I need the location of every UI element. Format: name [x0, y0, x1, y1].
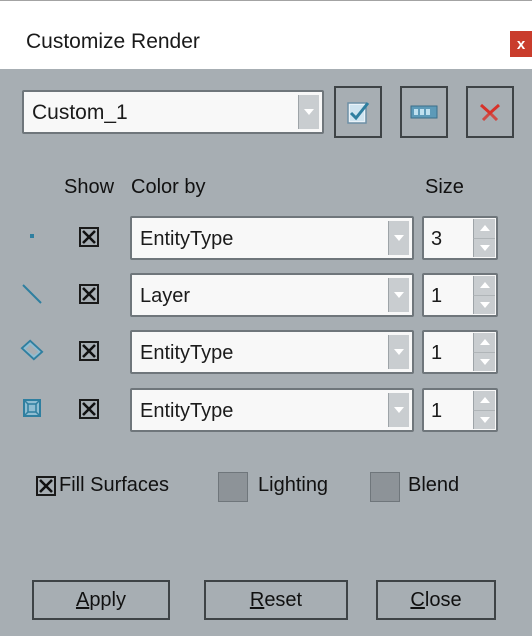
size-decrement-button[interactable] — [473, 294, 495, 314]
close-icon: x — [516, 35, 526, 53]
color-by-select-surfaces[interactable]: EntityType — [130, 330, 414, 374]
checkbox-x-icon — [82, 230, 96, 244]
chevron-up-icon — [479, 397, 490, 404]
delete-preset-button[interactable] — [466, 86, 514, 138]
blend-checkbox[interactable] — [370, 472, 400, 502]
save-preset-button[interactable] — [334, 86, 382, 138]
preset-dropdown-button[interactable] — [298, 95, 319, 129]
size-spinner-surfaces[interactable]: 1 — [422, 330, 498, 374]
check-document-icon — [347, 102, 370, 124]
chevron-up-icon — [479, 339, 490, 346]
close-mnemonic: C — [410, 588, 425, 611]
size-decrement-button[interactable] — [473, 409, 495, 429]
color-by-dropdown-button[interactable] — [388, 335, 409, 369]
color-by-select-points[interactable]: EntityType — [130, 216, 414, 260]
size-value: 1 — [431, 285, 443, 307]
size-increment-button[interactable] — [473, 333, 495, 352]
show-checkbox-points[interactable] — [79, 227, 99, 247]
size-increment-button[interactable] — [473, 391, 495, 410]
show-checkbox-surfaces[interactable] — [79, 341, 99, 361]
color-by-dropdown-button[interactable] — [388, 221, 409, 255]
apply-label-rest: pply — [89, 588, 127, 611]
reset-mnemonic: R — [249, 588, 265, 611]
chevron-down-icon — [394, 349, 404, 355]
checkbox-x-icon — [82, 402, 96, 416]
show-checkbox-lines[interactable] — [79, 284, 99, 304]
size-header: Size — [425, 176, 464, 198]
chevron-up-icon — [479, 225, 490, 232]
reset-button[interactable]: Reset — [204, 580, 348, 620]
chevron-down-icon — [394, 292, 404, 298]
size-decrement-button[interactable] — [473, 351, 495, 371]
size-spinner-solids[interactable]: 1 — [422, 388, 498, 432]
chevron-down-icon — [479, 358, 490, 365]
apply-mnemonic: A — [75, 588, 90, 611]
customize-render-dialog: Customize Render x Custom_1 Show Color b… — [0, 0, 532, 636]
chevron-down-icon — [394, 407, 404, 413]
show-header: Show — [64, 176, 115, 198]
color-by-dropdown-button[interactable] — [388, 393, 409, 427]
close-button[interactable]: Close — [376, 580, 496, 620]
surface-icon — [20, 338, 44, 362]
reset-label-rest: eset — [264, 588, 303, 611]
size-value: 1 — [431, 342, 443, 364]
show-checkbox-solids[interactable] — [79, 399, 99, 419]
size-spinner-lines[interactable]: 1 — [422, 273, 498, 317]
size-increment-button[interactable] — [473, 276, 495, 295]
color-by-dropdown-button[interactable] — [388, 278, 409, 312]
checkbox-x-icon — [82, 287, 96, 301]
rename-preset-button[interactable] — [400, 86, 448, 138]
chevron-down-icon — [304, 109, 314, 115]
fill-surfaces-checkbox[interactable] — [36, 476, 56, 496]
solid-icon — [20, 396, 44, 420]
color-by-value: EntityType — [140, 342, 234, 364]
size-value: 1 — [431, 400, 443, 422]
preset-select[interactable]: Custom_1 — [22, 90, 324, 134]
color-by-select-solids[interactable]: EntityType — [130, 388, 414, 432]
close-dialog-button[interactable]: x — [510, 31, 532, 57]
color-by-select-lines[interactable]: Layer — [130, 273, 414, 317]
chevron-down-icon — [479, 244, 490, 251]
chevron-down-icon — [394, 235, 404, 241]
dialog-title: Customize Render — [26, 30, 200, 53]
size-value: 3 — [431, 228, 443, 250]
checkbox-x-icon — [82, 344, 96, 358]
size-decrement-button[interactable] — [473, 237, 495, 257]
close-label-rest: lose — [424, 588, 462, 611]
delete-x-icon — [480, 103, 500, 121]
chevron-down-icon — [479, 301, 490, 308]
rename-icon — [410, 105, 438, 119]
color-by-value: EntityType — [140, 228, 234, 250]
apply-button[interactable]: Apply — [32, 580, 170, 620]
size-spinner-points[interactable]: 3 — [422, 216, 498, 260]
lighting-label: Lighting — [258, 474, 329, 496]
color-by-header: Color by — [131, 176, 206, 198]
preset-value: Custom_1 — [32, 101, 128, 124]
title-bar: Customize Render x — [0, 0, 532, 69]
checkbox-x-icon — [39, 479, 53, 493]
color-by-value: EntityType — [140, 400, 234, 422]
lighting-checkbox[interactable] — [218, 472, 248, 502]
chevron-up-icon — [479, 282, 490, 289]
size-increment-button[interactable] — [473, 219, 495, 238]
line-icon — [20, 282, 44, 306]
blend-label: Blend — [408, 474, 460, 496]
color-by-value: Layer — [140, 285, 191, 307]
chevron-down-icon — [479, 416, 490, 423]
point-icon — [20, 224, 44, 248]
fill-surfaces-label: Fill Surfaces — [59, 474, 170, 496]
